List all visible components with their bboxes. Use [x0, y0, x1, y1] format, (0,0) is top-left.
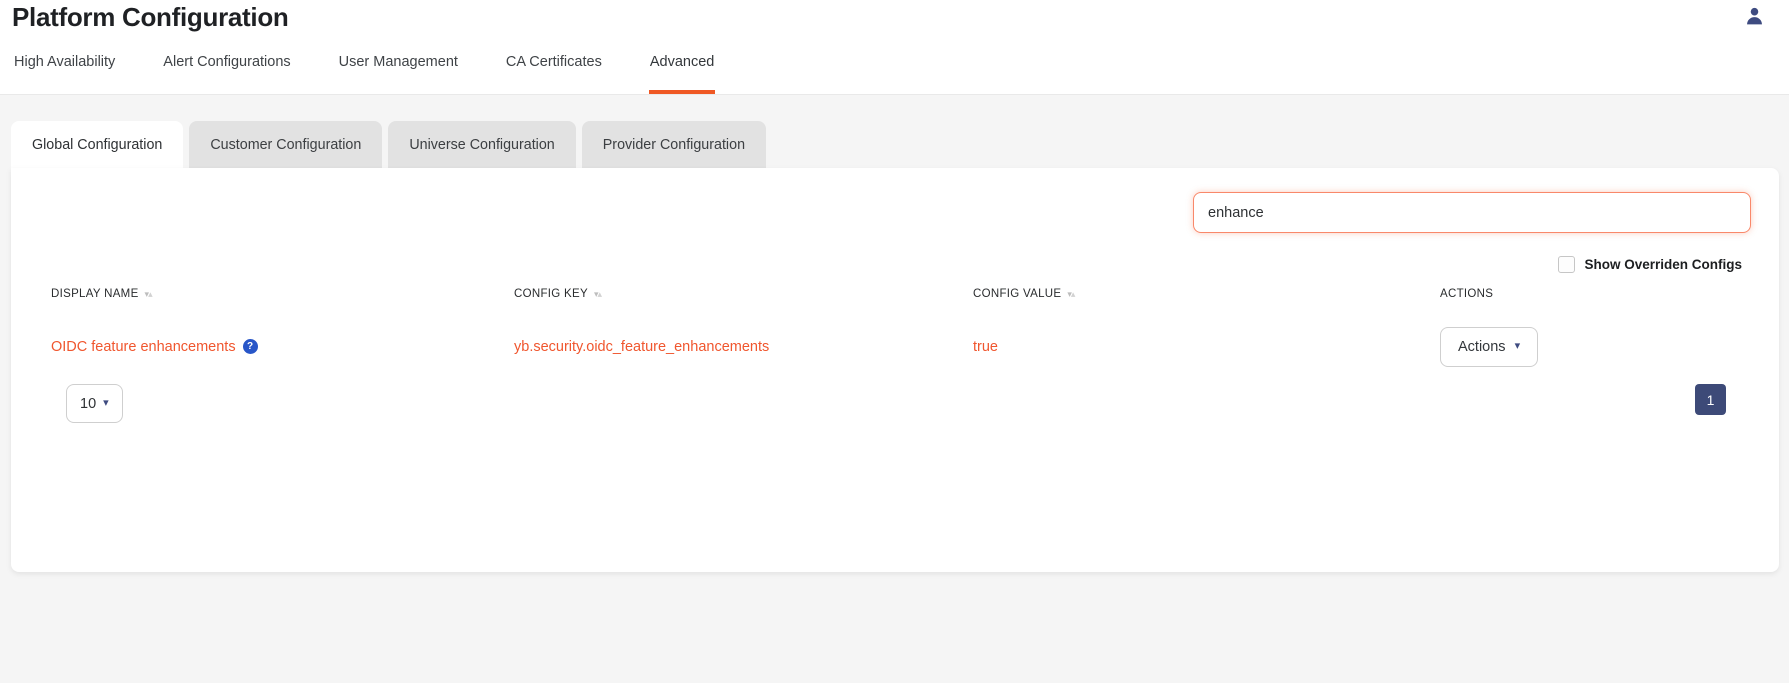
column-header-config-value: CONFIG VALUE ▾▴ [973, 288, 1440, 300]
column-label: ACTIONS [1440, 288, 1493, 300]
page-size-value: 10 [80, 396, 96, 412]
config-subtabs: Global Configuration Customer Configurat… [11, 121, 1779, 168]
tab-ca-certificates[interactable]: CA Certificates [505, 50, 603, 94]
actions-cell: Actions ▾ [1440, 327, 1779, 367]
show-overridden-label: Show Overriden Configs [1584, 257, 1742, 272]
column-label: CONFIG VALUE [973, 288, 1061, 300]
search-row [11, 168, 1779, 233]
tab-alert-configurations[interactable]: Alert Configurations [162, 50, 291, 94]
column-label: DISPLAY NAME [51, 288, 139, 300]
tab-advanced[interactable]: Advanced [649, 50, 716, 94]
app-header: Platform Configuration High Availability… [0, 0, 1789, 95]
column-header-display-name: DISPLAY NAME ▾▴ [51, 288, 514, 300]
sort-asc-icon[interactable]: ▴ [1071, 289, 1075, 299]
subtab-provider-configuration[interactable]: Provider Configuration [582, 121, 766, 168]
override-row: Show Overriden Configs [11, 233, 1779, 273]
column-header-actions: ACTIONS [1440, 288, 1779, 300]
column-label: CONFIG KEY [514, 288, 588, 300]
sort-icon[interactable]: ▾▴ [145, 290, 152, 299]
actions-dropdown-button[interactable]: Actions ▾ [1440, 327, 1538, 367]
table-row: OIDC feature enhancements ? yb.security.… [11, 326, 1779, 367]
tab-high-availability[interactable]: High Availability [13, 50, 116, 94]
sort-icon[interactable]: ▾▴ [1067, 290, 1074, 299]
sort-asc-icon[interactable]: ▴ [597, 289, 601, 299]
config-key-cell: yb.security.oidc_feature_enhancements [514, 339, 973, 355]
help-icon[interactable]: ? [243, 339, 258, 354]
global-configuration-panel: Show Overriden Configs DISPLAY NAME ▾▴ C… [11, 168, 1779, 572]
config-value-cell: true [973, 339, 1440, 355]
subtab-global-configuration[interactable]: Global Configuration [11, 121, 183, 168]
pagination-page-1-button[interactable]: 1 [1695, 384, 1726, 415]
caret-down-icon: ▾ [103, 398, 109, 409]
sort-icon[interactable]: ▾▴ [594, 290, 601, 299]
show-overridden-checkbox[interactable] [1558, 256, 1575, 273]
caret-down-icon: ▾ [1515, 341, 1521, 352]
display-name-cell: OIDC feature enhancements ? [51, 339, 514, 355]
display-name-text: OIDC feature enhancements [51, 339, 236, 355]
subtab-customer-configuration[interactable]: Customer Configuration [189, 121, 382, 168]
table-header: DISPLAY NAME ▾▴ CONFIG KEY ▾▴ CONFIG VAL… [11, 288, 1779, 300]
config-search-input[interactable] [1193, 192, 1751, 233]
main-content: Global Configuration Customer Configurat… [0, 95, 1789, 572]
subtab-universe-configuration[interactable]: Universe Configuration [388, 121, 575, 168]
sort-asc-icon[interactable]: ▴ [148, 289, 152, 299]
user-icon[interactable] [1744, 6, 1765, 27]
page-size-dropdown[interactable]: 10 ▾ [66, 384, 123, 423]
tab-user-management[interactable]: User Management [338, 50, 459, 94]
column-header-config-key: CONFIG KEY ▾▴ [514, 288, 973, 300]
actions-button-label: Actions [1458, 339, 1506, 355]
top-nav-tabs: High Availability Alert Configurations U… [0, 50, 1789, 94]
table-footer: 10 ▾ 1 [11, 367, 1779, 423]
page-title: Platform Configuration [0, 0, 1789, 34]
